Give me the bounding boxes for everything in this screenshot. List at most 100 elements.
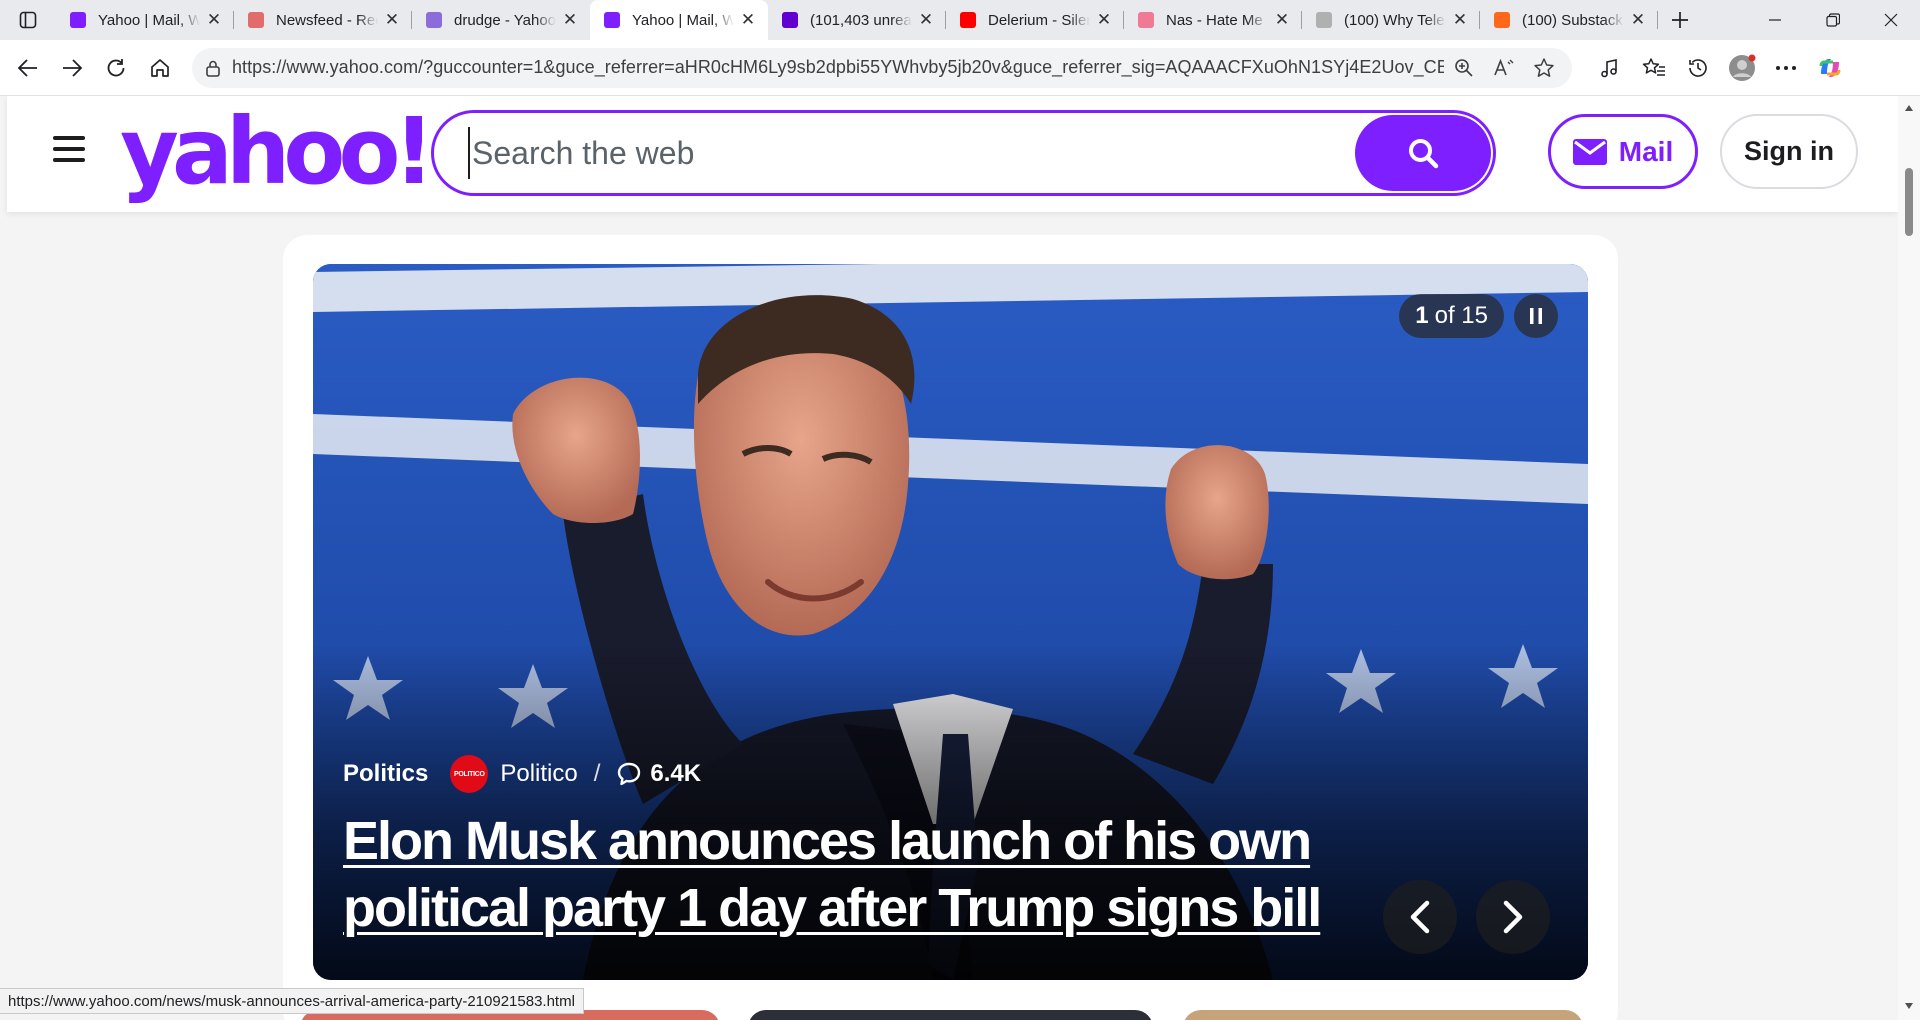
- comment-count: 6.4K: [650, 760, 702, 787]
- search-button[interactable]: [1355, 115, 1491, 191]
- scrollbar-thumb[interactable]: [1905, 168, 1913, 236]
- newsfeed-favicon-icon: [248, 12, 264, 28]
- more-dots-icon: [1776, 65, 1796, 70]
- search-input[interactable]: [468, 127, 1328, 179]
- favorites-button[interactable]: [1632, 48, 1676, 88]
- youtube-favicon-icon: [1138, 12, 1154, 28]
- browser-tab[interactable]: (100) Why Telegram✕: [1302, 0, 1480, 40]
- scroll-up-arrow-icon[interactable]: [1903, 102, 1915, 114]
- yahoo-favicon-icon: [604, 12, 620, 28]
- zoom-button[interactable]: [1444, 50, 1484, 86]
- refresh-icon: [107, 58, 125, 76]
- mail-label: Mail: [1618, 135, 1674, 167]
- tab-close-icon[interactable]: ✕: [1450, 10, 1470, 30]
- hero-slide[interactable]: 1 of 15 Politics POLITICO Politico / 6.4…: [313, 264, 1588, 980]
- scroll-down-arrow-icon[interactable]: [1903, 1000, 1915, 1012]
- tab-close-icon[interactable]: ✕: [560, 10, 580, 30]
- substack-favicon-icon: [1494, 12, 1510, 28]
- story-thumbnail[interactable]: [748, 1010, 1153, 1020]
- star-icon: [1534, 57, 1554, 77]
- history-button[interactable]: [1676, 48, 1720, 88]
- yahoo-logo[interactable]: yahoo!: [120, 106, 435, 198]
- yahoo-header: yahoo! Mail Sign in: [7, 96, 1898, 212]
- slide-total: of 15: [1434, 302, 1488, 329]
- comments-link[interactable]: 6.4K: [616, 760, 701, 788]
- profile-button[interactable]: [1720, 48, 1764, 88]
- story-meta: Politics POLITICO Politico / 6.4K: [343, 755, 701, 793]
- publisher-logo: POLITICO: [450, 755, 489, 793]
- search-icon: [1409, 139, 1439, 169]
- browser-tab[interactable]: (100) Substack ✕: [1480, 0, 1658, 40]
- read-aloud-icon: [1494, 58, 1514, 75]
- tab-close-icon[interactable]: ✕: [1094, 10, 1114, 30]
- close-window-button[interactable]: [1862, 0, 1920, 40]
- copilot-icon: [1819, 58, 1841, 77]
- copilot-button[interactable]: [1808, 48, 1852, 88]
- slide-current: 1: [1415, 302, 1429, 329]
- forward-button[interactable]: [50, 48, 94, 88]
- tab-close-icon[interactable]: ✕: [382, 10, 402, 30]
- hero-headline-link[interactable]: Elon Musk announces launch of his own po…: [343, 808, 1393, 942]
- story-thumbnail[interactable]: [1183, 1010, 1583, 1020]
- plus-icon: [1672, 12, 1688, 28]
- story-category[interactable]: Politics: [343, 760, 428, 788]
- read-aloud-button[interactable]: [1484, 50, 1524, 86]
- extensions-button[interactable]: [1588, 48, 1632, 88]
- back-arrow-icon: [17, 58, 37, 77]
- page-scrollbar[interactable]: [1898, 96, 1920, 1020]
- pause-button[interactable]: [1514, 294, 1558, 338]
- tab-close-icon[interactable]: ✕: [1272, 10, 1292, 30]
- new-tab-button[interactable]: [1658, 0, 1702, 40]
- tab-close-icon[interactable]: ✕: [916, 10, 936, 30]
- tab-title: Nas - Hate Me Now: [1166, 11, 1268, 29]
- music-extension-icon: [1601, 58, 1617, 77]
- url-text[interactable]: https://www.yahoo.com/?guccounter=1&guce…: [222, 57, 1444, 78]
- favorites-icon: [1642, 57, 1665, 76]
- minimize-icon: [1769, 19, 1781, 21]
- sign-in-button[interactable]: Sign in: [1720, 114, 1858, 189]
- browser-tab[interactable]: Yahoo | Mail, Weather, Search✕: [590, 0, 768, 40]
- browser-tab[interactable]: Nas - Hate Me Now✕: [1124, 0, 1302, 40]
- minimize-button[interactable]: [1746, 0, 1804, 40]
- publisher-name[interactable]: Politico: [500, 760, 577, 788]
- tab-strip: Yahoo | Mail, Weather, Search✕Newsfeed -…: [0, 0, 1920, 40]
- restore-icon: [1826, 13, 1840, 27]
- browser-tab[interactable]: (101,403 unread)✕: [768, 0, 946, 40]
- comment-bubble-icon: [618, 762, 641, 786]
- menu-hamburger-icon[interactable]: [53, 136, 85, 162]
- tab-title: Newsfeed - Reddit: [276, 11, 378, 29]
- browser-tab[interactable]: Newsfeed - Reddit✕: [234, 0, 412, 40]
- browser-tab[interactable]: Yahoo | Mail, Weather, Search✕: [56, 0, 234, 40]
- tab-title: Delerium - Silence: [988, 11, 1090, 29]
- back-button[interactable]: [6, 48, 50, 88]
- mail-favicon-icon: [782, 12, 798, 28]
- tab-title: (100) Substack: [1522, 11, 1623, 29]
- youtube-favicon-icon: [960, 12, 976, 28]
- restore-button[interactable]: [1804, 0, 1862, 40]
- browser-tab[interactable]: Delerium - Silence✕: [946, 0, 1124, 40]
- next-slide-button[interactable]: [1476, 880, 1550, 954]
- browser-tab[interactable]: drudge - Yahoo Search✕: [412, 0, 590, 40]
- fp-favicon-icon: [1316, 12, 1332, 28]
- tab-actions-button[interactable]: [0, 0, 56, 40]
- pause-icon: [1530, 308, 1542, 324]
- settings-more-button[interactable]: [1764, 48, 1808, 88]
- meta-separator: /: [593, 760, 601, 787]
- refresh-button[interactable]: [94, 48, 138, 88]
- tab-actions-icon: [19, 11, 37, 29]
- mail-button[interactable]: Mail: [1548, 114, 1698, 189]
- home-button[interactable]: [138, 48, 182, 88]
- tab-close-icon[interactable]: ✕: [1628, 10, 1648, 30]
- previous-slide-button[interactable]: [1383, 880, 1457, 954]
- favorite-star-button[interactable]: [1524, 50, 1564, 86]
- history-icon: [1689, 58, 1707, 77]
- chevron-right-icon: [1503, 900, 1523, 934]
- tab-close-icon[interactable]: ✕: [204, 10, 224, 30]
- address-bar[interactable]: https://www.yahoo.com/?guccounter=1&guce…: [192, 47, 1572, 88]
- site-info-lock-icon[interactable]: [204, 59, 222, 77]
- close-icon: [1884, 13, 1898, 27]
- tab-close-icon[interactable]: ✕: [738, 10, 758, 30]
- tab-title: (100) Why Telegram: [1344, 11, 1446, 29]
- link-status-bar: https://www.yahoo.com/news/musk-announce…: [0, 988, 584, 1014]
- home-icon: [151, 58, 169, 77]
